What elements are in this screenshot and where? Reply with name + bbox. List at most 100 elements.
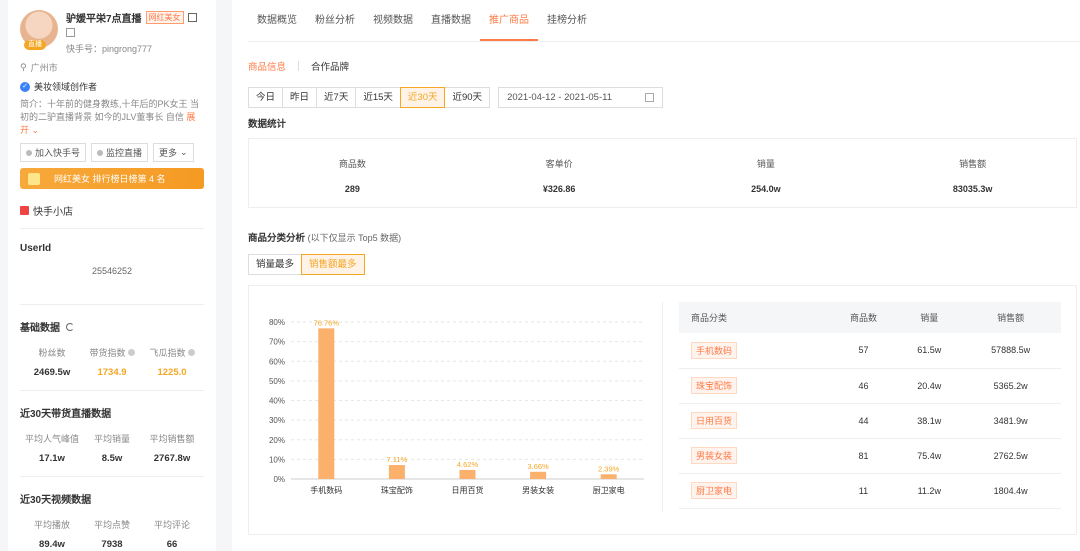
avatar[interactable]: 直播 xyxy=(20,10,58,50)
shop-icon xyxy=(20,206,29,215)
volume-cell: 11.2w xyxy=(898,473,961,509)
stats-title: 数据统计 xyxy=(248,119,287,130)
sort-toggle: 销量最多 销售额最多 xyxy=(248,254,1080,275)
amount-cell: 5365.2w xyxy=(960,368,1061,404)
main-tabs: 数据概览 粉丝分析 视频数据 直播数据 推广商品 挂榜分析 xyxy=(248,0,1080,42)
fans-label: 粉丝数 xyxy=(38,348,66,358)
x-tick-label: 男装女装 xyxy=(522,485,554,495)
sales-volume-label: 销量 xyxy=(756,159,775,169)
category-tag[interactable]: 珠宝配饰 xyxy=(691,377,738,394)
panel-divider xyxy=(662,302,663,512)
category-cell: 日用百货 xyxy=(679,403,829,439)
date-7d-button[interactable]: 近7天 xyxy=(316,87,357,108)
location-pin-icon: ⚲ xyxy=(20,62,27,72)
date-range-text: 2021-04-12 - 2021-05-11 xyxy=(507,92,612,103)
profile-name: 驴媛平栄7点直播 xyxy=(66,14,142,25)
location: ⚲ 广州市 xyxy=(20,61,204,74)
tab-overview[interactable]: 数据概览 xyxy=(248,0,306,41)
sort-by-amount-button[interactable]: 销售额最多 xyxy=(301,254,365,275)
basic-stats: 粉丝数 2469.5w 带货指数 1734.9 飞瓜指数 1225.0 xyxy=(20,346,204,391)
category-cell: 珠宝配饰 xyxy=(679,368,829,404)
table-row: 日用百货 44 38.1w 3481.9w xyxy=(679,403,1061,439)
y-tick-label: 40% xyxy=(269,397,285,406)
unit-price-label: 客单价 xyxy=(545,159,573,169)
data-label: 2.39% xyxy=(598,464,620,473)
y-tick-label: 20% xyxy=(269,436,285,445)
monitor-live-button[interactable]: 监控直播 xyxy=(91,143,149,162)
category-note: (以下仅显示 Top5 数据) xyxy=(307,233,402,243)
shop-link[interactable]: 快手小店 xyxy=(20,203,204,229)
info-icon[interactable] xyxy=(127,349,135,356)
table-row: 厨卫家电 11 11.2w 1804.4w xyxy=(679,473,1061,509)
sales-volume-value: 254.0w xyxy=(751,184,781,194)
info-icon[interactable] xyxy=(187,349,195,356)
table-row: 珠宝配饰 46 20.4w 5365.2w xyxy=(679,368,1061,404)
goods-count-cell: 57 xyxy=(828,333,899,369)
main-content: 数据概览 粉丝分析 视频数据 直播数据 推广商品 挂榜分析 商品信息 合作品牌 … xyxy=(232,0,1080,551)
col-volume: 销量 xyxy=(898,302,961,333)
y-tick-label: 50% xyxy=(269,377,285,386)
divider xyxy=(298,61,300,71)
date-90d-button[interactable]: 近90天 xyxy=(444,87,491,108)
sidebar: 直播 驴媛平栄7点直播 网红美女 快手号：pingrong777 ⚲ 广州市 ✓… xyxy=(8,0,216,551)
table-row: 手机数码 57 61.5w 57888.5w xyxy=(679,333,1061,369)
date-range-picker[interactable]: 2021-04-12 - 2021-05-11 xyxy=(498,87,664,108)
category-title-text: 商品分类分析 xyxy=(248,233,306,244)
account-id: 快手号：pingrong777 xyxy=(66,44,153,54)
stat-label: 平均评论 xyxy=(153,520,190,530)
category-tag: 网红美女 xyxy=(145,11,184,24)
x-tick-label: 手机数码 xyxy=(310,485,342,495)
sales-index-label: 带货指数 xyxy=(82,346,142,359)
table-row: 男装女装 81 75.4w 2762.5w xyxy=(679,438,1061,474)
bar xyxy=(530,471,547,479)
stat-label: 平均销售额 xyxy=(149,434,195,444)
category-cell: 男装女装 xyxy=(679,438,829,474)
tab-video[interactable]: 视频数据 xyxy=(364,0,422,41)
y-tick-label: 30% xyxy=(269,416,285,425)
stat-value: 7938 xyxy=(101,539,123,550)
tab-ranking[interactable]: 挂榜分析 xyxy=(538,0,596,41)
feigua-index-text: 飞瓜指数 xyxy=(149,348,186,358)
tab-promoted-goods[interactable]: 推广商品 xyxy=(480,0,538,41)
more-label: 更多 xyxy=(159,148,178,158)
date-today-button[interactable]: 今日 xyxy=(248,87,284,108)
calendar-icon xyxy=(645,93,655,102)
basic-data-title: 基础数据 xyxy=(20,319,204,334)
category-tag[interactable]: 男装女装 xyxy=(691,447,738,464)
stats-summary: 商品数 289 客单价 ¥326.86 销量 254.0w 销售额 83035.3w xyxy=(248,138,1077,208)
qr-code-icon[interactable] xyxy=(187,13,197,22)
rank-banner[interactable]: 网红美女 排行榜日榜第 4 名 xyxy=(20,168,204,189)
intro: 简介：十年前的健身教练,十年后的PK女王 当初的二驴直播背景 如今的JLV董事长… xyxy=(20,98,204,137)
category-tag[interactable]: 厨卫家电 xyxy=(691,482,738,499)
date-15d-button[interactable]: 近15天 xyxy=(355,87,401,108)
bar xyxy=(388,465,405,479)
category-tag[interactable]: 日用百货 xyxy=(691,412,738,429)
sort-by-volume-button[interactable]: 销量最多 xyxy=(248,254,303,275)
category-bar-chart: 0% 10% 20% 30% 40% 50% 60% 70% 80% 76.76% 手机数码 7.11… xyxy=(269,318,644,495)
category-table: 商品分类 商品数 销量 销售额 手机数码 57 61.5w 57888.5w 珠宝配饰 4… xyxy=(679,302,1061,509)
sales-amount-label: 销售额 xyxy=(959,159,987,169)
category-analysis-title: 商品分类分析 (以下仅显示 Top5 数据) xyxy=(248,230,1080,244)
stat-value: 89.4w xyxy=(39,539,65,550)
plus-icon xyxy=(26,149,32,156)
more-button[interactable]: 更多 ⌄ xyxy=(153,143,194,162)
data-label: 4.62% xyxy=(457,460,479,469)
tab-live[interactable]: 直播数据 xyxy=(422,0,480,41)
goods-count-cell: 11 xyxy=(828,473,899,509)
fans-value: 2469.5w xyxy=(33,367,71,378)
refresh-icon[interactable] xyxy=(66,322,74,331)
date-filter: 今日 昨日 近7天 近15天 近30天 近90天 2021-04-12 - 20… xyxy=(248,87,1080,108)
add-kuaishou-button[interactable]: 加入快手号 xyxy=(20,143,87,162)
subtab-brands[interactable]: 合作品牌 xyxy=(311,59,349,73)
date-30d-button[interactable]: 近30天 xyxy=(399,87,446,108)
date-yesterday-button[interactable]: 昨日 xyxy=(282,87,318,108)
stat-value: 66 xyxy=(166,539,178,550)
goods-count-cell: 81 xyxy=(828,438,899,474)
col-goods-count: 商品数 xyxy=(828,302,899,333)
tab-fans[interactable]: 粉丝分析 xyxy=(306,0,364,41)
monitor-icon xyxy=(97,149,104,156)
x-tick-label: 日用百货 xyxy=(452,485,484,495)
amount-cell: 3481.9w xyxy=(960,403,1061,439)
subtab-goods-info[interactable]: 商品信息 xyxy=(248,59,286,73)
category-tag[interactable]: 手机数码 xyxy=(691,341,738,359)
